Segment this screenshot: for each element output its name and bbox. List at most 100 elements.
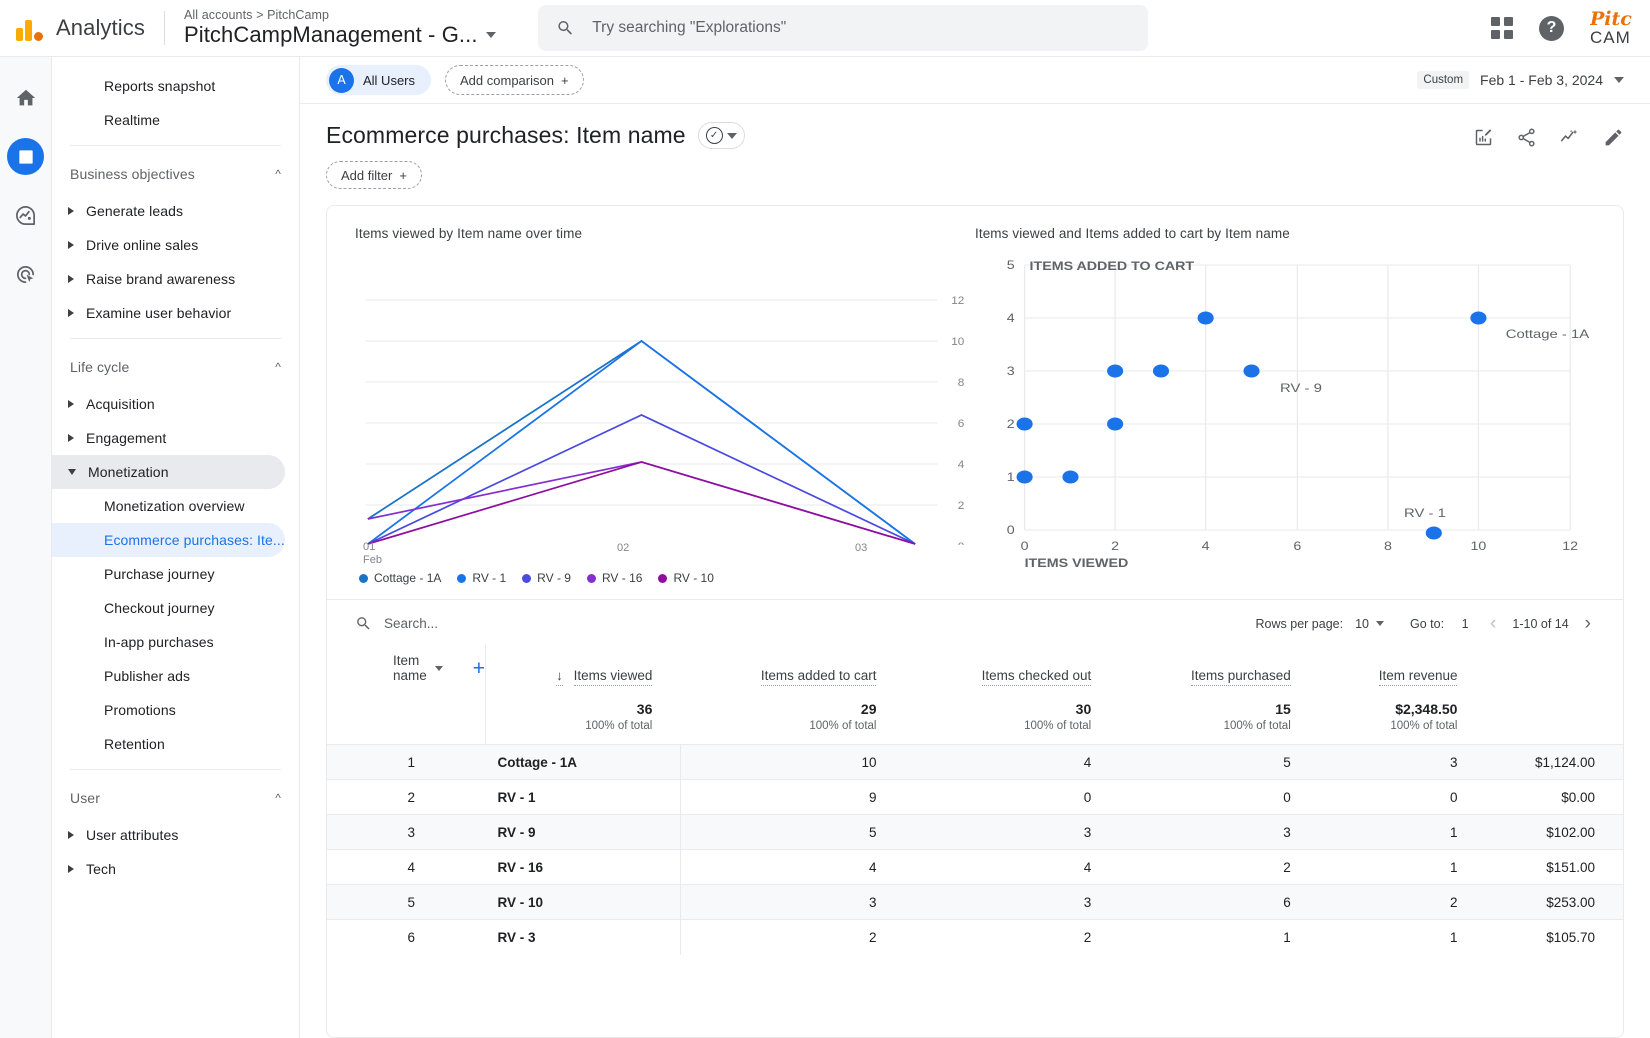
table-row[interactable]: 5 RV - 10 3 3 6 2 $253.00 (327, 884, 1623, 920)
row-item-name[interactable]: RV - 16 (486, 850, 681, 885)
header-item-revenue[interactable]: Item revenue (1319, 645, 1486, 697)
header-items-purchased[interactable]: Items purchased (1119, 645, 1319, 697)
rail-item-home[interactable] (7, 79, 44, 116)
date-range-label[interactable]: Feb 1 - Feb 3, 2024 (1480, 72, 1603, 88)
avatar[interactable]: Pitc CAM (1590, 10, 1642, 46)
rail-item-advertising[interactable] (7, 256, 44, 293)
row-item-name[interactable]: RV - 1 (486, 780, 681, 815)
x-axis-tick-second: 02 (617, 542, 630, 554)
table-row[interactable]: 1 Cottage - 1A 10 4 5 3 $1,124.00 (327, 744, 1623, 780)
sidebar-item-raise-brand-awareness[interactable]: Raise brand awareness (52, 262, 285, 296)
svg-text:6: 6 (1293, 539, 1301, 552)
legend-item-cottage-1a[interactable]: Cottage - 1A (359, 571, 441, 585)
sidebar-item-generate-leads[interactable]: Generate leads (52, 194, 285, 228)
sidebar-item-ecommerce-purchases[interactable]: Ecommerce purchases: Ite... (52, 523, 285, 557)
sidebar-item-label: Engagement (86, 430, 167, 446)
add-dimension-button[interactable]: + (473, 658, 485, 679)
sidebar-item-label: Monetization (88, 464, 169, 480)
sidebar-item-reports-snapshot[interactable]: Reports snapshot (52, 69, 285, 103)
share-icon[interactable] (1516, 127, 1537, 148)
next-page-icon[interactable]: › (1581, 614, 1595, 633)
legend-dot-icon (457, 573, 467, 583)
row-item-name[interactable]: RV - 10 (486, 885, 681, 920)
scatter-chart[interactable]: 5 4 3 2 1 0 0 2 4 6 8 10 12 ITEMS ADDED … (975, 255, 1595, 585)
chevron-up-icon[interactable]: ^ (275, 360, 281, 374)
row-index: 5 (407, 894, 416, 910)
sidebar-item-purchase-journey[interactable]: Purchase journey (52, 557, 285, 591)
add-comparison-button[interactable]: Add comparison + (445, 65, 584, 95)
table-search[interactable] (355, 615, 644, 632)
sidebar-item-user-attributes[interactable]: User attributes (52, 818, 285, 852)
legend-item-rv-10[interactable]: RV - 10 (658, 571, 714, 585)
table-row[interactable]: 6 RV - 3 2 2 1 1 $105.70 (327, 919, 1623, 955)
sidebar-item-label: User attributes (86, 827, 179, 843)
svg-text:2: 2 (958, 500, 965, 512)
sidebar-item-engagement[interactable]: Engagement (52, 421, 285, 455)
data-quality-chip[interactable]: ✓ (697, 122, 745, 149)
chevron-up-icon[interactable]: ^ (275, 791, 281, 805)
date-range-selector[interactable]: Custom Feb 1 - Feb 3, 2024 (1417, 71, 1624, 89)
series-rv-1 (367, 339, 916, 545)
cell-items-added-to-cart: 3 (1083, 824, 1092, 840)
legend-item-rv-16[interactable]: RV - 16 (586, 571, 642, 585)
insights-icon[interactable] (1559, 126, 1581, 148)
sidebar-section-user[interactable]: User ^ (52, 778, 299, 818)
dimension-selector[interactable]: Item name (393, 653, 443, 683)
sidebar-item-publisher-ads[interactable]: Publisher ads (52, 659, 285, 693)
sidebar-item-in-app-purchases[interactable]: In-app purchases (52, 625, 285, 659)
sidebar-item-retention[interactable]: Retention (52, 727, 285, 761)
chevron-right-icon (68, 275, 74, 283)
sidebar-item-label: Generate leads (86, 203, 184, 219)
sidebar-item-examine-user-behavior[interactable]: Examine user behavior (52, 296, 285, 330)
totals-value: 29 (860, 701, 877, 717)
header-items-checked-out[interactable]: Items checked out (904, 645, 1119, 697)
cell-items-checked-out: 3 (1283, 824, 1291, 840)
global-search[interactable] (537, 5, 1148, 51)
sidebar-section-business-objectives[interactable]: Business objectives ^ (52, 154, 299, 194)
account-selector[interactable]: All accounts > PitchCamp PitchCampManage… (184, 8, 496, 48)
table-search-input[interactable] (384, 616, 644, 631)
row-index: 2 (407, 789, 416, 805)
header-items-added-to-cart[interactable]: Items added to cart (680, 645, 904, 697)
sidebar-item-monetization[interactable]: Monetization (52, 455, 285, 489)
sidebar-item-tech[interactable]: Tech (52, 852, 285, 886)
chevron-down-icon[interactable] (485, 32, 496, 38)
sidebar-item-drive-online-sales[interactable]: Drive online sales (52, 228, 285, 262)
sidebar-item-label: Examine user behavior (86, 305, 232, 321)
goto-input[interactable]: 1 (1456, 617, 1474, 631)
legend-item-rv-1[interactable]: RV - 1 (457, 571, 506, 585)
sidebar-item-realtime[interactable]: Realtime (52, 103, 285, 137)
row-item-name[interactable]: Cottage - 1A (486, 745, 681, 780)
header-items-viewed[interactable]: ↓ Items viewed (485, 645, 681, 697)
chevron-down-icon[interactable] (1614, 77, 1624, 83)
legend-dot-icon (658, 573, 668, 583)
cell-items-purchased: 0 (1449, 789, 1458, 805)
sidebar-item-monetization-overview[interactable]: Monetization overview (52, 489, 285, 523)
sidebar-item-checkout-journey[interactable]: Checkout journey (52, 591, 285, 625)
rows-per-page-select[interactable]: 10 (1355, 617, 1384, 631)
apps-grid-icon[interactable] (1491, 17, 1513, 39)
edit-icon[interactable] (1603, 127, 1624, 148)
customize-report-icon[interactable] (1473, 127, 1494, 148)
help-icon[interactable]: ? (1539, 15, 1564, 41)
sidebar-section-life-cycle[interactable]: Life cycle ^ (52, 347, 299, 387)
row-item-name[interactable]: RV - 9 (486, 815, 681, 850)
chevron-right-icon (68, 865, 74, 873)
rail-item-explore[interactable] (7, 197, 44, 234)
property-name[interactable]: PitchCampManagement - G... (184, 22, 496, 48)
table-row[interactable]: 3 RV - 9 5 3 3 1 $102.00 (327, 814, 1623, 850)
sidebar-item-acquisition[interactable]: Acquisition (52, 387, 285, 421)
line-chart[interactable]: 12 10 8 6 4 2 0 01 (355, 255, 975, 566)
previous-page-icon[interactable]: ‹ (1486, 614, 1500, 633)
legend-item-rv-9[interactable]: RV - 9 (522, 571, 571, 585)
table-row[interactable]: 2 RV - 1 9 0 0 0 $0.00 (327, 779, 1623, 815)
scatter-y-ticks: 5 4 3 2 1 0 (1007, 258, 1015, 536)
sidebar-item-promotions[interactable]: Promotions (52, 693, 285, 727)
audience-chip[interactable]: A All Users (326, 65, 432, 95)
chevron-up-icon[interactable]: ^ (275, 167, 281, 181)
row-item-name[interactable]: RV - 3 (486, 920, 681, 955)
add-filter-button[interactable]: Add filter + (326, 161, 422, 189)
search-input[interactable] (592, 19, 1130, 37)
table-row[interactable]: 4 RV - 16 4 4 2 1 $151.00 (327, 849, 1623, 885)
rail-item-reports[interactable] (7, 138, 44, 175)
